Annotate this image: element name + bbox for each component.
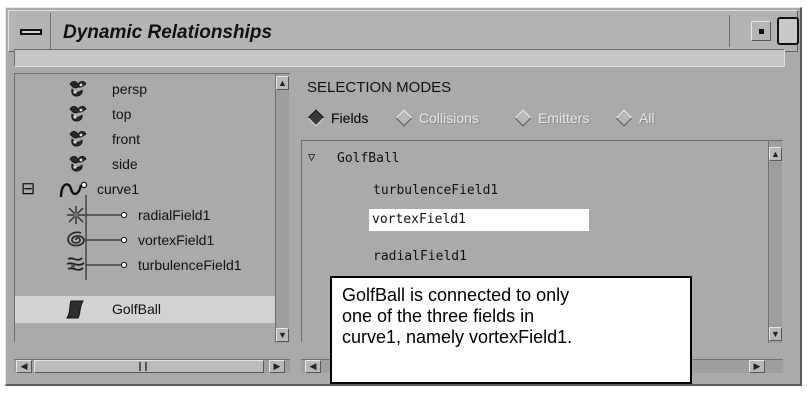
callout-line: one of the three fields in: [342, 306, 535, 326]
list-vertical-scrollbar[interactable]: ▲ ▼: [768, 141, 782, 343]
collapse-triangle-icon[interactable]: ▽: [308, 150, 315, 164]
mode-label: All: [639, 110, 655, 126]
outliner-item-label: radialField1: [138, 207, 211, 223]
outliner-item-vortexfield1[interactable]: vortexField1: [15, 228, 275, 252]
window-title: Dynamic Relationships: [63, 22, 273, 43]
outliner-panel: persp top front side ⊟ curve1 radialFiel…: [14, 73, 290, 343]
scroll-down-icon[interactable]: ▼: [276, 328, 289, 342]
outliner-item-turbulencefield1[interactable]: turbulenceField1: [15, 253, 275, 277]
outliner-horizontal-scrollbar[interactable]: ◀ ▶: [14, 359, 290, 373]
list-parent-label: GolfBall: [337, 151, 400, 166]
window-menu-icon: [20, 29, 42, 35]
scroll-left-icon[interactable]: ◀: [16, 360, 32, 373]
list-item-vortexfield1[interactable]: vortexField1: [369, 209, 589, 231]
title-divider: [729, 15, 730, 47]
mode-label: Collisions: [419, 110, 479, 126]
scroll-left-icon[interactable]: ◀: [305, 360, 321, 373]
nurbs-surface-icon: [66, 300, 84, 319]
scroll-up-icon[interactable]: ▲: [276, 76, 289, 90]
maximize-button[interactable]: [777, 17, 799, 45]
outliner-vertical-scrollbar[interactable]: ▲ ▼: [275, 74, 289, 343]
minimize-button[interactable]: [751, 21, 771, 41]
thumb-grip-icon: [139, 362, 141, 371]
outliner-item-golfball[interactable]: GolfBall: [15, 296, 275, 323]
scroll-down-icon[interactable]: ▼: [769, 327, 782, 341]
outliner-item-label: vortexField1: [138, 232, 215, 248]
turbulence-field-icon: [66, 257, 85, 271]
radial-field-icon: [67, 206, 85, 224]
selection-modes-title: SELECTION MODES: [307, 79, 452, 96]
callout-line: GolfBall is connected to only: [342, 285, 570, 305]
outliner-item-label: GolfBall: [112, 301, 162, 317]
minimize-icon: [759, 29, 764, 34]
outliner-item-label: turbulenceField1: [138, 257, 242, 273]
callout-line: curve1, namely vortexField1.: [342, 327, 573, 347]
list-item-radialfield1[interactable]: radialField1: [373, 249, 467, 264]
title-bar[interactable]: Dynamic Relationships: [8, 10, 799, 52]
annotation-callout: GolfBall is connected to only one of the…: [330, 276, 692, 384]
thumb-grip-icon: [145, 362, 147, 371]
scrollbar-thumb[interactable]: [34, 360, 264, 373]
scroll-up-icon[interactable]: ▲: [769, 147, 782, 161]
scroll-right-icon[interactable]: ▶: [749, 360, 765, 373]
list-item-turbulencefield1[interactable]: turbulenceField1: [373, 183, 498, 198]
mode-label: Emitters: [538, 110, 590, 126]
scroll-right-icon[interactable]: ▶: [269, 360, 285, 373]
vortex-field-icon: [67, 231, 85, 247]
outliner-item-radialfield1[interactable]: radialField1: [15, 203, 275, 227]
filter-strip: [14, 49, 785, 67]
mode-label: Fields: [331, 110, 369, 126]
window-menu-button[interactable]: [11, 13, 51, 49]
